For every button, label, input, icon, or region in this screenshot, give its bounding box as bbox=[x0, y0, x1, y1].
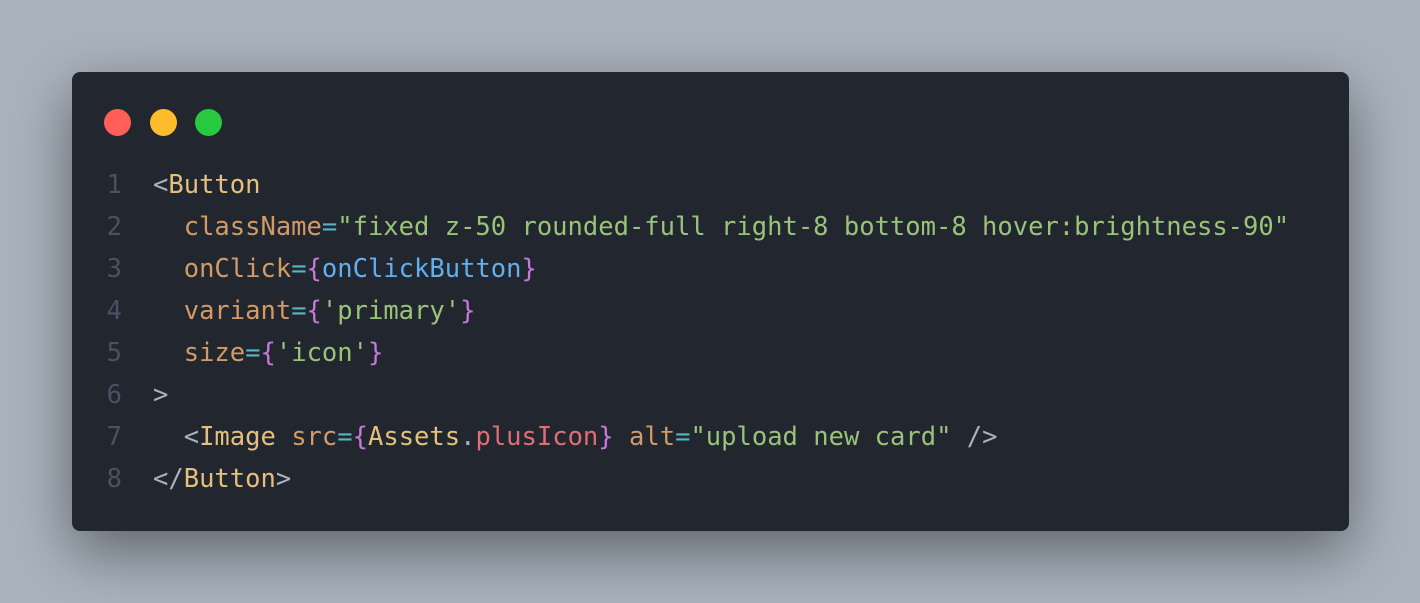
code-token-str: "upload new card" bbox=[690, 422, 952, 452]
code-line: 5 size={'icon'} bbox=[72, 332, 1349, 374]
code-text: variant={'primary'} bbox=[153, 290, 476, 332]
code-line: 4 variant={'primary'} bbox=[72, 290, 1349, 332]
code-token-var: onClickButton bbox=[321, 254, 522, 284]
code-token-punct: > bbox=[275, 464, 292, 494]
code-token-tag: Image bbox=[199, 422, 276, 452]
maximize-window-icon[interactable] bbox=[195, 109, 222, 136]
line-number: 4 bbox=[106, 296, 122, 326]
code-text: <Button bbox=[153, 164, 260, 206]
code-token-brace: } bbox=[521, 254, 537, 284]
code-line: 2 className="fixed z-50 rounded-full rig… bbox=[72, 206, 1349, 248]
code-block: 1 <Button 2 className="fixed z-50 rounded-… bbox=[72, 164, 1349, 500]
code-window: 1 <Button 2 className="fixed z-50 rounded-… bbox=[72, 72, 1349, 531]
code-text: size={'icon'} bbox=[153, 332, 384, 374]
code-token-punct: < bbox=[183, 422, 200, 452]
code-token-attr: size bbox=[183, 338, 246, 368]
line-number: 3 bbox=[106, 254, 122, 284]
code-line: 1 <Button bbox=[72, 164, 1349, 206]
code-text: </Button> bbox=[153, 458, 291, 500]
code-token-brace: } bbox=[367, 338, 384, 368]
code-token-eq: = bbox=[291, 254, 307, 284]
line-number: 7 bbox=[106, 422, 122, 452]
line-number: 2 bbox=[106, 212, 122, 242]
code-text: onClick={onClickButton} bbox=[153, 248, 537, 290]
code-token-eq: = bbox=[291, 296, 307, 326]
code-token-attr: onClick bbox=[183, 254, 292, 284]
code-line: 3 onClick={onClickButton} bbox=[72, 248, 1349, 290]
code-token-str: 'icon' bbox=[275, 338, 368, 368]
code-text: className="fixed z-50 rounded-full right… bbox=[153, 206, 1289, 248]
code-token-brace: { bbox=[260, 338, 276, 368]
close-window-icon[interactable] bbox=[104, 109, 131, 136]
code-token-brace: } bbox=[598, 422, 614, 452]
code-token-brace: { bbox=[306, 254, 322, 284]
code-token-brace: { bbox=[306, 296, 322, 326]
code-token-prop: plusIcon bbox=[475, 422, 599, 452]
code-token-eq: = bbox=[245, 338, 261, 368]
code-token-tag: Button bbox=[183, 464, 276, 494]
line-number: 5 bbox=[106, 338, 122, 368]
code-token-brace: } bbox=[460, 296, 476, 326]
code-line: 7 <Image src={Assets.plusIcon} alt="uplo… bbox=[72, 416, 1349, 458]
line-number: 8 bbox=[106, 464, 122, 494]
code-token-eq: = bbox=[675, 422, 691, 452]
code-token-punct: . bbox=[460, 422, 476, 452]
code-token-attr: alt bbox=[629, 422, 676, 452]
code-token-punct: </ bbox=[153, 464, 184, 494]
code-token-str: 'primary' bbox=[321, 296, 461, 326]
code-token-attr: src bbox=[291, 422, 338, 452]
code-token-eq: = bbox=[321, 212, 338, 242]
line-number: 1 bbox=[106, 170, 122, 200]
code-line: 8 </Button> bbox=[72, 458, 1349, 500]
code-token-brace: { bbox=[352, 422, 368, 452]
code-token-eq: = bbox=[337, 422, 353, 452]
code-token-attr: variant bbox=[183, 296, 292, 326]
code-token-str: "fixed z-50 rounded-full right-8 bottom-… bbox=[337, 212, 1290, 242]
code-text: <Image src={Assets.plusIcon} alt="upload… bbox=[153, 416, 998, 458]
code-token-punct: < bbox=[153, 170, 169, 200]
code-token-tag: Button bbox=[168, 170, 261, 200]
code-token-punct: > bbox=[153, 380, 169, 410]
minimize-window-icon[interactable] bbox=[150, 109, 177, 136]
code-line: 6 > bbox=[72, 374, 1349, 416]
code-token-attr: className bbox=[183, 212, 322, 242]
code-token-punct: /> bbox=[951, 422, 998, 452]
code-text: > bbox=[153, 374, 168, 416]
line-number: 6 bbox=[106, 380, 122, 410]
code-token-tag: Assets bbox=[367, 422, 461, 452]
